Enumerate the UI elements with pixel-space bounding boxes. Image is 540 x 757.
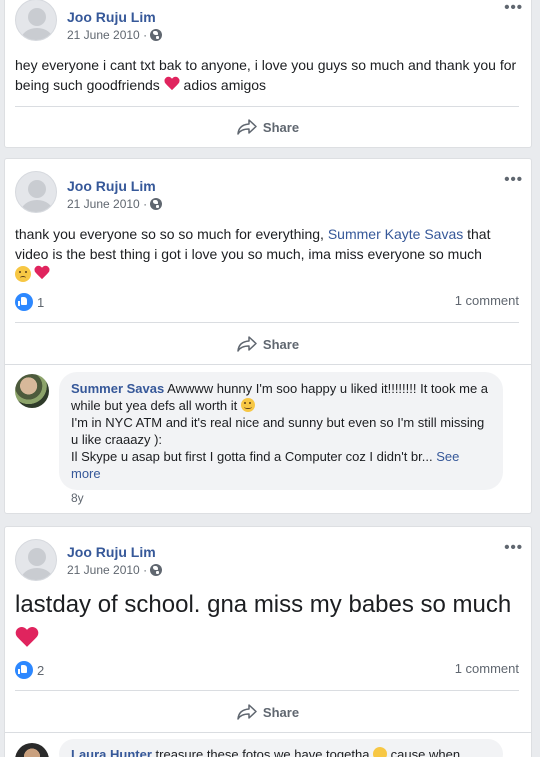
comment-text: Il Skype u asap but first I gotta find a…: [71, 449, 433, 464]
share-button[interactable]: Share: [5, 695, 531, 729]
avatar[interactable]: [15, 0, 57, 41]
share-button[interactable]: Share: [5, 110, 531, 144]
avatar[interactable]: [15, 374, 49, 408]
share-label: Share: [262, 704, 300, 720]
comment-text: treasure these fotos we have togetha: [151, 747, 370, 757]
heart-emoji-icon: [164, 77, 180, 92]
post-text-tail: adios amigos: [179, 77, 267, 93]
share-icon: [237, 336, 257, 352]
post-date-text: 21 June 2010 ·: [67, 28, 148, 42]
post-date-text: 21 June 2010 ·: [67, 563, 148, 577]
comment-text: cause when: [387, 747, 461, 757]
more-options-icon[interactable]: •••: [504, 539, 523, 556]
comment-text: I'm in NYC ATM and it's real nice and su…: [71, 415, 485, 447]
avatar[interactable]: [15, 743, 49, 757]
comment-author[interactable]: Laura Hunter: [71, 747, 152, 757]
divider: [5, 364, 531, 365]
heart-emoji-icon: [15, 627, 39, 650]
share-button[interactable]: Share: [5, 327, 531, 361]
share-label: Share: [262, 119, 300, 135]
post-author[interactable]: Joo Ruju Lim: [67, 544, 156, 560]
post-text: thank you everyone so so so much for eve…: [15, 224, 519, 284]
post-text-main: lastday of school. gna miss my babes so …: [15, 591, 512, 618]
post-date[interactable]: 21 June 2010 ·: [67, 197, 163, 211]
comment-bubble: Laura Hunter treasure these fotos we hav…: [59, 739, 503, 757]
share-label: Share: [262, 336, 300, 352]
post-text: lastday of school. gna miss my babes so …: [15, 589, 519, 653]
reaction-stats: 1 1 comment: [15, 293, 519, 313]
smile-emoji-icon: [240, 398, 255, 412]
post-header: Joo Ruju Lim 21 June 2010 · •••: [5, 0, 531, 42]
post-author[interactable]: Joo Ruju Lim: [67, 178, 156, 194]
more-options-icon[interactable]: •••: [504, 0, 523, 16]
comment-bubble: Summer Savas Awwww hunny I'm soo happy u…: [59, 372, 503, 490]
comment-author[interactable]: Summer Savas: [71, 381, 164, 396]
post-text-main: thank you everyone so so so much for eve…: [15, 226, 328, 242]
post-card: Joo Ruju Lim 21 June 2010 · ••• hey ever…: [4, 0, 532, 148]
globe-icon: [150, 198, 163, 210]
like-count-value: 1: [37, 294, 45, 310]
like-count[interactable]: 2: [15, 661, 44, 679]
share-icon: [237, 119, 257, 135]
sad-emoji-icon: [15, 266, 31, 282]
heart-emoji-icon: [34, 266, 50, 281]
post-date[interactable]: 21 June 2010 ·: [67, 563, 163, 577]
like-count[interactable]: 1: [15, 293, 44, 311]
grin-emoji-icon: [373, 747, 388, 757]
comment-count[interactable]: 1 comment: [455, 661, 519, 676]
divider: [15, 690, 519, 691]
globe-icon: [150, 29, 163, 41]
like-count-value: 2: [37, 662, 45, 678]
more-options-icon[interactable]: •••: [504, 171, 523, 188]
post-card: Joo Ruju Lim 21 June 2010 · ••• lastday …: [4, 526, 532, 757]
post-text: hey everyone i cant txt bak to anyone, i…: [15, 55, 519, 95]
post-date-text: 21 June 2010 ·: [67, 197, 148, 211]
divider: [15, 106, 519, 107]
reaction-stats: 2 1 comment: [15, 661, 519, 681]
divider: [5, 732, 531, 733]
globe-icon: [150, 564, 163, 576]
post-date[interactable]: 21 June 2010 ·: [67, 28, 163, 42]
post-card: Joo Ruju Lim 21 June 2010 · ••• thank yo…: [4, 158, 532, 514]
comment-count[interactable]: 1 comment: [455, 293, 519, 308]
mentioned-user-link[interactable]: Summer Kayte Savas: [328, 226, 463, 242]
avatar[interactable]: [15, 539, 57, 581]
share-icon: [237, 704, 257, 720]
like-icon: [15, 293, 33, 311]
comment-timestamp[interactable]: 8y: [71, 491, 84, 505]
avatar[interactable]: [15, 171, 57, 213]
like-icon: [15, 661, 33, 679]
divider: [15, 322, 519, 323]
post-author[interactable]: Joo Ruju Lim: [67, 9, 156, 25]
